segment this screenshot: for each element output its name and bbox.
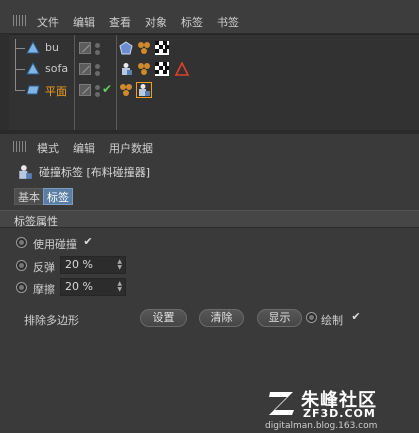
cloth-tag-icon[interactable] bbox=[119, 62, 133, 76]
visibility-toggle-icon[interactable] bbox=[79, 84, 91, 96]
enabled-check-icon[interactable]: ✔ bbox=[102, 82, 112, 96]
show-button[interactable]: 显示 bbox=[257, 309, 302, 327]
bounce-field[interactable]: 20 % ▲ ▼ bbox=[60, 256, 126, 274]
menu-object[interactable]: 对象 bbox=[145, 14, 167, 30]
texture-tag-icon[interactable] bbox=[155, 62, 169, 76]
menu-file[interactable]: 文件 bbox=[37, 14, 59, 30]
animate-radio-use-collision[interactable] bbox=[16, 237, 27, 248]
clear-button[interactable]: 清除 bbox=[199, 309, 244, 327]
zf3d-logo-icon bbox=[269, 392, 294, 415]
watermark-url: digitalman.blog.163.com bbox=[265, 421, 378, 431]
friction-value: 20 % bbox=[65, 280, 93, 293]
object-row-bu[interactable]: bu bbox=[9, 38, 419, 58]
mesh-icon bbox=[26, 41, 40, 54]
menu-bookmarks[interactable]: 书签 bbox=[217, 14, 239, 30]
draw-label: 绘制 bbox=[321, 314, 343, 327]
friction-field[interactable]: 20 % ▲ ▼ bbox=[60, 278, 126, 296]
menu-view[interactable]: 查看 bbox=[109, 14, 131, 30]
material-tag-icon[interactable] bbox=[137, 62, 151, 76]
visibility-toggle-icon[interactable] bbox=[79, 63, 91, 75]
object-name[interactable]: sofa bbox=[45, 62, 68, 75]
object-row-sofa[interactable]: sofa bbox=[9, 59, 419, 79]
material-tag-icon[interactable] bbox=[137, 41, 151, 55]
animate-radio-friction[interactable] bbox=[16, 282, 27, 293]
menu-mode[interactable]: 模式 bbox=[37, 140, 59, 156]
watermark: 朱峰社区 ZF3D.COM digitalman.blog.163.com bbox=[265, 388, 407, 433]
object-manager-menubar: 文件 编辑 查看 对象 标签 书签 bbox=[0, 0, 419, 34]
animate-radio-bounce[interactable] bbox=[16, 260, 27, 271]
editor-visibility-dot[interactable] bbox=[95, 64, 100, 69]
object-list: bu sofa 平面 ✔ bbox=[9, 34, 419, 131]
draw-checkbox[interactable]: ✔ bbox=[350, 311, 362, 323]
watermark-site: ZF3D.COM bbox=[303, 407, 376, 420]
warning-icon[interactable] bbox=[175, 62, 189, 76]
texture-tag-icon[interactable] bbox=[155, 41, 169, 55]
render-visibility-dot[interactable] bbox=[95, 92, 100, 97]
collider-tag-icon bbox=[19, 165, 32, 179]
collider-tag-icon[interactable] bbox=[136, 82, 152, 98]
set-button[interactable]: 设置 bbox=[140, 309, 187, 327]
menu-edit[interactable]: 编辑 bbox=[73, 14, 95, 30]
object-name[interactable]: bu bbox=[45, 41, 59, 54]
spinner-icon[interactable]: ▲ ▼ bbox=[117, 259, 122, 271]
visibility-toggle-icon[interactable] bbox=[79, 42, 91, 54]
menu-attr-edit[interactable]: 编辑 bbox=[73, 140, 95, 156]
section-header: 标签属性 bbox=[0, 210, 419, 228]
object-name[interactable]: 平面 bbox=[45, 83, 67, 99]
section-title: 标签属性 bbox=[14, 215, 58, 228]
attr-grip-icon[interactable] bbox=[13, 141, 27, 152]
bounce-label: 反弹 bbox=[33, 261, 55, 274]
animate-radio-draw[interactable] bbox=[306, 312, 317, 323]
compact-tag-icon[interactable] bbox=[119, 41, 133, 55]
exclude-polygons-label: 排除多边形 bbox=[24, 314, 79, 327]
menubar-grip-icon[interactable] bbox=[13, 15, 27, 26]
tag-title: 碰撞标签 [布料碰撞器] bbox=[39, 166, 151, 179]
tab-tag[interactable]: 标签 bbox=[43, 188, 73, 205]
mesh-icon bbox=[26, 62, 40, 75]
spinner-icon[interactable]: ▲ ▼ bbox=[117, 281, 122, 293]
editor-visibility-dot[interactable] bbox=[95, 43, 100, 48]
left-strip bbox=[0, 34, 9, 130]
plane-icon bbox=[26, 85, 40, 95]
render-visibility-dot[interactable] bbox=[95, 71, 100, 76]
menu-user-data[interactable]: 用户数据 bbox=[109, 140, 153, 156]
use-collision-checkbox[interactable]: ✔ bbox=[82, 236, 94, 248]
material-tag-icon[interactable] bbox=[119, 83, 133, 97]
menu-tags[interactable]: 标签 bbox=[181, 14, 203, 30]
use-collision-label: 使用碰撞 bbox=[33, 238, 77, 251]
object-row-plane[interactable]: 平面 ✔ bbox=[9, 80, 419, 100]
render-visibility-dot[interactable] bbox=[95, 50, 100, 55]
tab-basic[interactable]: 基本 bbox=[14, 188, 44, 205]
bounce-value: 20 % bbox=[65, 258, 93, 271]
friction-label: 摩擦 bbox=[33, 283, 55, 296]
editor-visibility-dot[interactable] bbox=[95, 85, 100, 90]
